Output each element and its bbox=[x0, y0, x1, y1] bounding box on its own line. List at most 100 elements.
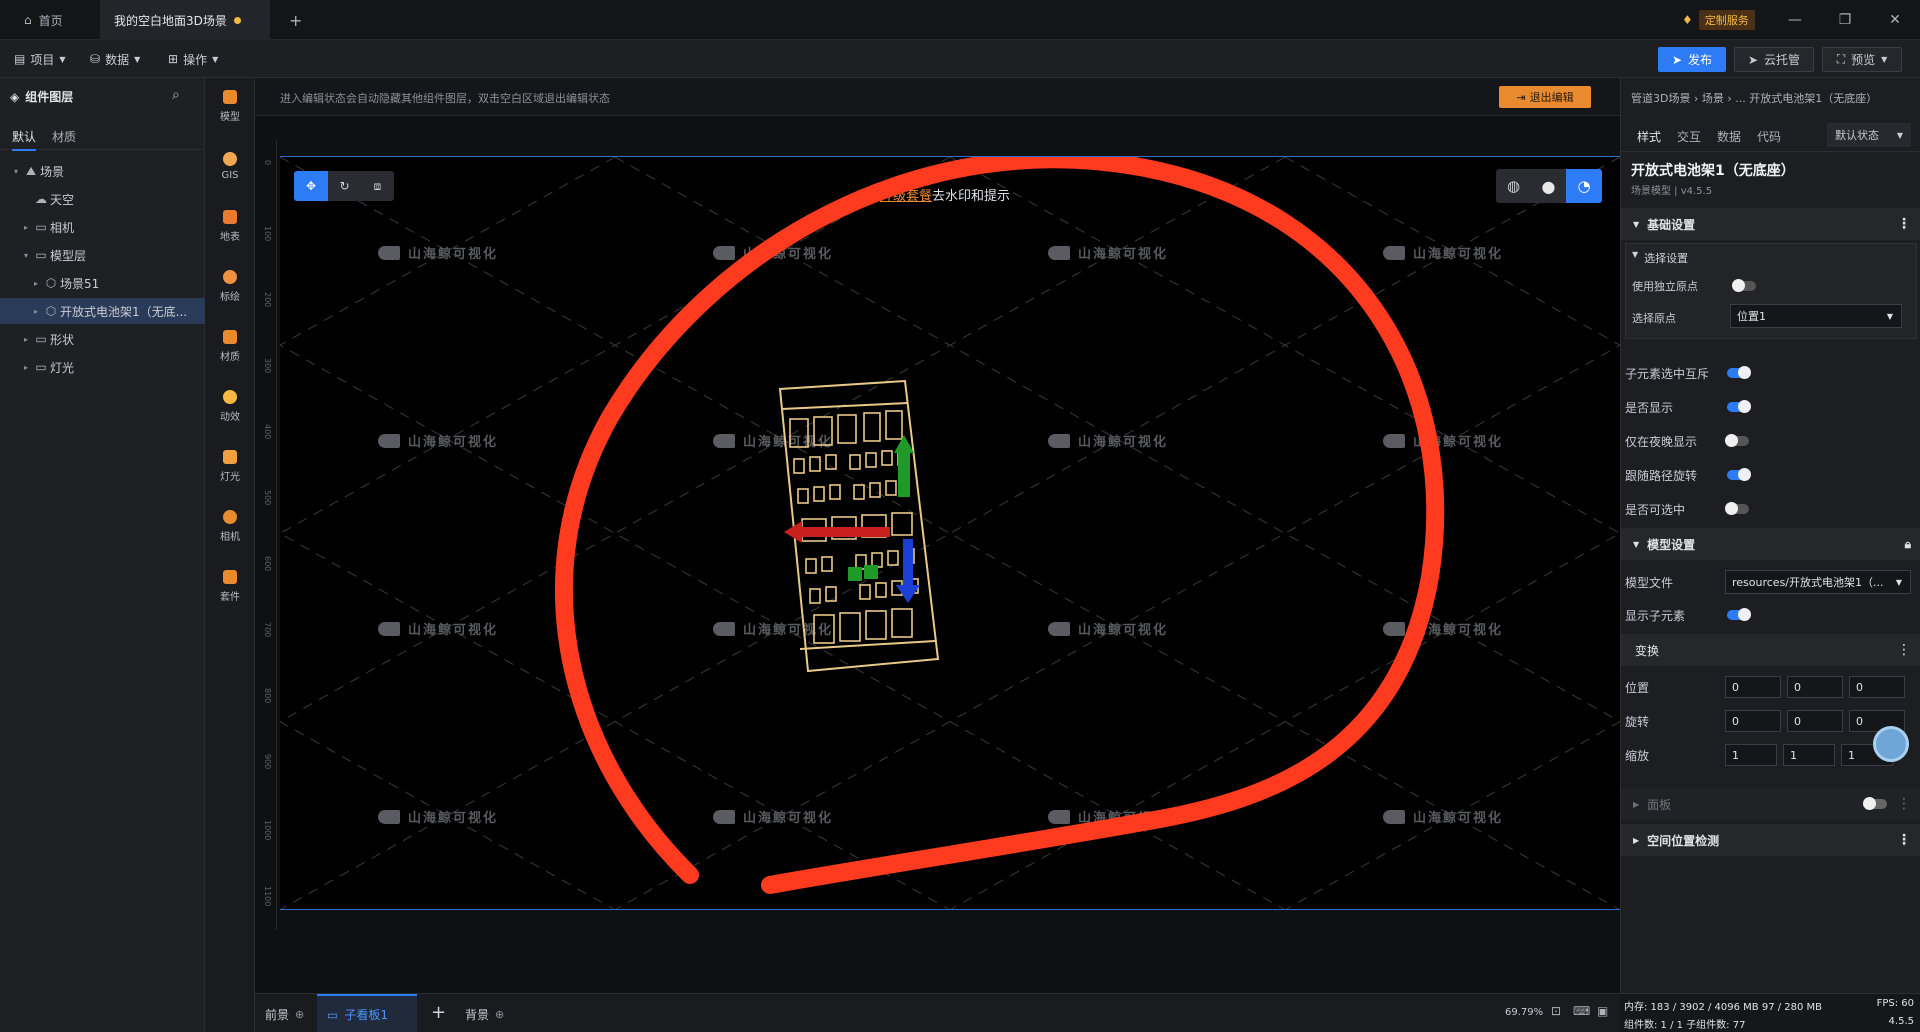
tree-item[interactable]: ▾ ▭ 模型层 bbox=[0, 242, 205, 268]
terminal-icon[interactable]: ▣ bbox=[1597, 1004, 1608, 1018]
preview-button[interactable]: ⛶ 预览 ▼ bbox=[1822, 47, 1902, 72]
strip-item-model[interactable]: 模型 bbox=[205, 80, 255, 132]
tab-material[interactable]: 材质 bbox=[52, 128, 76, 145]
new-tab-button[interactable]: + bbox=[275, 0, 316, 40]
scale-x-input[interactable]: 1 bbox=[1725, 744, 1777, 766]
child-exclusive-toggle[interactable] bbox=[1727, 366, 1751, 379]
tree-caret-icon[interactable]: ▸ bbox=[30, 307, 42, 316]
add-board-button[interactable]: + bbox=[431, 1002, 446, 1023]
tab-child-board[interactable]: ▭ 子看板1 bbox=[317, 994, 417, 1032]
tree-item[interactable]: ☁ 天空 bbox=[0, 186, 205, 212]
tree-caret-icon[interactable]: ▾ bbox=[20, 251, 32, 260]
tree-item[interactable]: ▸ ▭ 形状 bbox=[0, 326, 205, 352]
move-tool-icon[interactable]: ✥ bbox=[294, 171, 328, 201]
strip-item-camera[interactable]: 相机 bbox=[205, 500, 255, 552]
globe-icon[interactable]: ◍ bbox=[1496, 169, 1531, 203]
section-transform[interactable]: 变换 ⋮ bbox=[1621, 634, 1920, 666]
use-own-origin-toggle[interactable] bbox=[1732, 279, 1756, 292]
3d-viewport[interactable]: 山海鲸可视化 山海鲸可视化 山海鲸可视化 山海鲸可视化 山海鲸可视化 山海鲸可视化 山海鲸可… bbox=[280, 156, 1620, 910]
strip-item-gis[interactable]: GIS bbox=[205, 140, 255, 192]
follow-path-toggle[interactable] bbox=[1727, 468, 1751, 481]
menu-operate[interactable]: ⊞ 操作 ▼ bbox=[168, 40, 218, 78]
minimize-icon[interactable]: — bbox=[1770, 0, 1820, 40]
tree-caret-icon[interactable]: ▸ bbox=[20, 223, 32, 232]
scale-tool-icon[interactable]: ⧈ bbox=[361, 171, 394, 201]
position-y-input[interactable]: 0 bbox=[1787, 676, 1843, 698]
solid-sphere-icon[interactable]: ● bbox=[1531, 169, 1566, 203]
tab-background[interactable]: 背景 ⊕ bbox=[465, 1006, 504, 1023]
section-panel[interactable]: ▶ 面板 ⋮ bbox=[1621, 788, 1920, 820]
tab-code[interactable]: 代码 bbox=[1757, 128, 1781, 145]
model-file-dropdown[interactable]: resources/开放式电池架1（... ▼ bbox=[1725, 570, 1911, 594]
tab-document[interactable]: 我的空白地面3D场景 bbox=[100, 0, 270, 40]
select-origin-dropdown[interactable]: 位置1 ▼ bbox=[1730, 304, 1902, 328]
strip-item-effect[interactable]: 动效 bbox=[205, 380, 255, 432]
strip-item-material[interactable]: 材质 bbox=[205, 320, 255, 372]
show-children-toggle[interactable] bbox=[1727, 608, 1751, 621]
keyboard-icon[interactable]: ⌨ bbox=[1573, 1004, 1590, 1018]
section-model-settings[interactable]: ▼ 模型设置 🔒︎ bbox=[1621, 528, 1920, 560]
menu-project[interactable]: ▤ 项目 ▼ bbox=[14, 40, 66, 78]
upgrade-link[interactable]: 升级套餐 bbox=[880, 189, 932, 204]
rotation-x-input[interactable]: 0 bbox=[1725, 710, 1781, 732]
more-icon[interactable]: ⋮ bbox=[1897, 796, 1911, 812]
breadcrumb[interactable]: 管道3D场景 › 场景 › ... 开放式电池架1（无底座） bbox=[1631, 90, 1877, 106]
menu-data[interactable]: ⛁ 数据 ▼ bbox=[90, 40, 140, 78]
gis-icon bbox=[223, 151, 237, 166]
exit-edit-button[interactable]: ⇥ 退出编辑 bbox=[1499, 86, 1591, 108]
ruler-label: 600 bbox=[263, 556, 272, 572]
cloud-host-button[interactable]: ➤ 云托管 bbox=[1734, 47, 1814, 72]
tab-default[interactable]: 默认 bbox=[12, 128, 37, 151]
tab-style[interactable]: 样式 bbox=[1637, 128, 1661, 145]
maximize-icon[interactable]: ❐ bbox=[1820, 0, 1870, 40]
tree-caret-icon[interactable]: ▸ bbox=[20, 335, 32, 344]
rotate-tool-icon[interactable]: ↻ bbox=[328, 171, 361, 201]
position-z-input[interactable]: 0 bbox=[1849, 676, 1905, 698]
watermark: 山海鲸可视化 bbox=[1048, 807, 1168, 826]
tab-home[interactable]: ⌂ 首页 bbox=[10, 0, 77, 40]
more-icon[interactable]: ⋮ bbox=[1897, 216, 1911, 232]
custom-service-button[interactable]: ♦ 定制服务 bbox=[1682, 10, 1755, 30]
tab-foreground[interactable]: 前景 ⊕ bbox=[265, 1006, 304, 1023]
strip-item-kit[interactable]: 套件 bbox=[205, 560, 255, 612]
state-select[interactable]: 默认状态 ▼ bbox=[1827, 123, 1911, 147]
tab-data[interactable]: 数据 bbox=[1717, 128, 1741, 145]
strip-item-label: GIS bbox=[221, 169, 239, 181]
publish-button[interactable]: ➤ 发布 bbox=[1658, 47, 1726, 72]
strip-item-marker[interactable]: 标绘 bbox=[205, 260, 255, 312]
more-icon[interactable]: ⋮ bbox=[1897, 832, 1911, 848]
search-icon[interactable]: ⌕ bbox=[172, 87, 180, 103]
tab-interaction[interactable]: 交互 bbox=[1677, 128, 1701, 145]
add-circle-icon[interactable]: ⊕ bbox=[495, 1008, 504, 1021]
tree-item[interactable]: ▸ ▭ 灯光 bbox=[0, 354, 205, 380]
more-icon[interactable]: ⋮ bbox=[1897, 642, 1911, 658]
section-basic-settings[interactable]: ▼ 基础设置 ⋮ bbox=[1621, 208, 1920, 240]
use-own-origin-label: 使用独立原点 bbox=[1632, 280, 1698, 293]
close-icon[interactable]: ✕ bbox=[1870, 0, 1920, 40]
tree-caret-icon[interactable]: ▸ bbox=[30, 279, 42, 288]
visible-toggle[interactable] bbox=[1727, 400, 1751, 413]
night-only-toggle[interactable] bbox=[1725, 434, 1749, 447]
add-circle-icon[interactable]: ⊕ bbox=[295, 1008, 304, 1021]
strip-item-light[interactable]: 灯光 bbox=[205, 440, 255, 492]
panel-toggle[interactable] bbox=[1863, 797, 1887, 810]
selectable-toggle[interactable] bbox=[1725, 502, 1749, 515]
rotation-y-input[interactable]: 0 bbox=[1787, 710, 1843, 732]
select-settings-header[interactable]: ▼ 选择设置 bbox=[1632, 250, 1688, 266]
tree-item[interactable]: ▸ ▭ 相机 bbox=[0, 214, 205, 240]
zoom-level[interactable]: 69.79% bbox=[1505, 1007, 1543, 1018]
scale-y-input[interactable]: 1 bbox=[1783, 744, 1835, 766]
battery-rack-model[interactable] bbox=[760, 379, 960, 719]
tree-caret-icon[interactable]: ▸ bbox=[20, 363, 32, 372]
section-space-detect[interactable]: ▶ 空间位置检测 ⋮ bbox=[1621, 824, 1920, 856]
lock-icon[interactable]: 🔒︎ bbox=[1905, 537, 1911, 552]
position-x-input[interactable]: 0 bbox=[1725, 676, 1781, 698]
fit-screen-icon[interactable]: ⊡ bbox=[1551, 1004, 1561, 1018]
tree-item[interactable]: ▸ ⬡ 开放式电池架1（无底... bbox=[0, 298, 205, 324]
tree-item[interactable]: ▸ ⬡ 场景51 bbox=[0, 270, 205, 296]
assistant-avatar-icon[interactable] bbox=[1873, 726, 1909, 762]
tree-item[interactable]: ▾ ⛰ 场景 bbox=[0, 158, 205, 184]
strip-item-terrain[interactable]: 地表 bbox=[205, 200, 255, 252]
wireframe-sphere-icon[interactable]: ◔ bbox=[1566, 169, 1602, 203]
tree-caret-icon[interactable]: ▾ bbox=[10, 167, 22, 176]
